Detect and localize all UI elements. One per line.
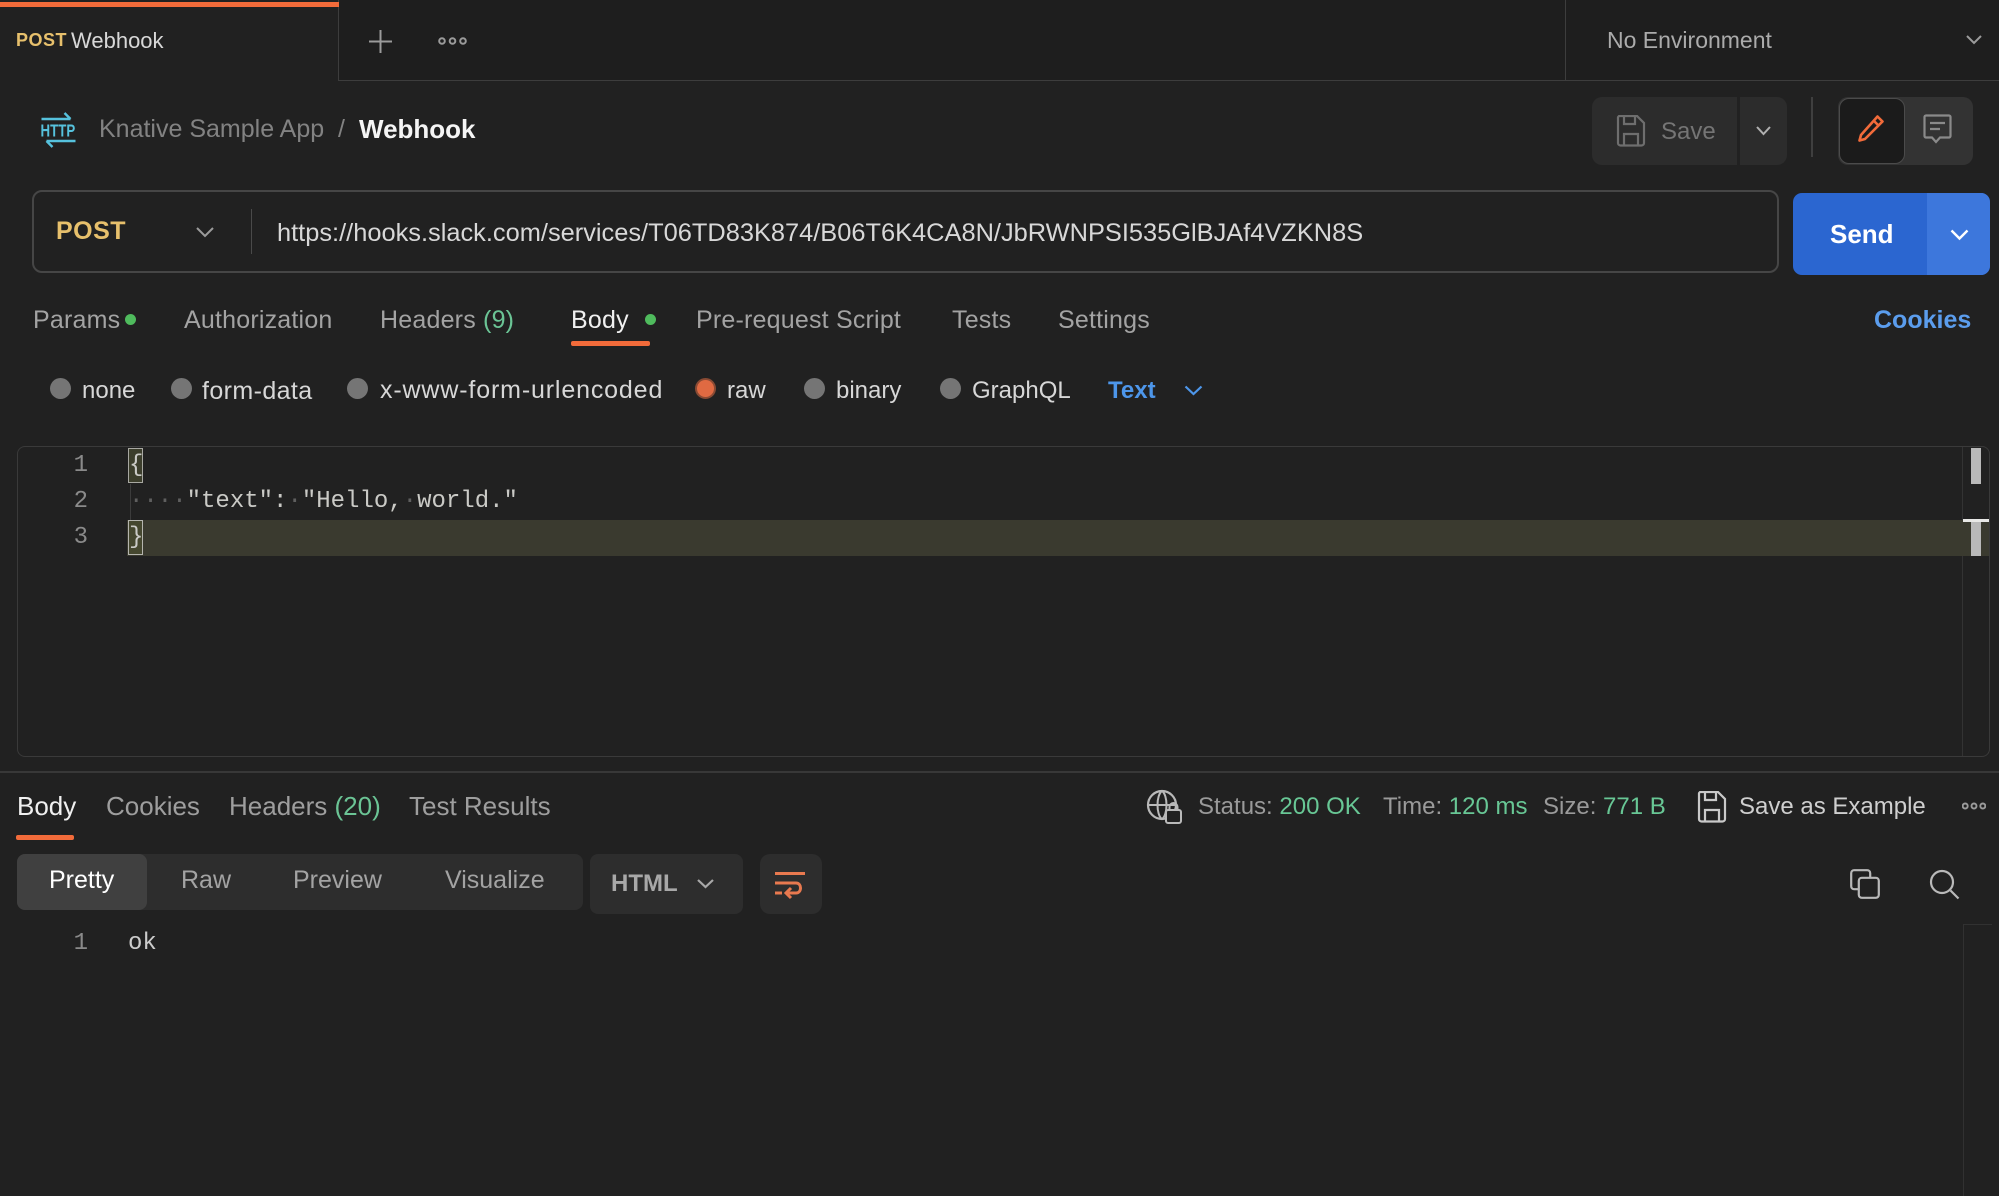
svg-text:HTTP: HTTP bbox=[41, 122, 76, 141]
